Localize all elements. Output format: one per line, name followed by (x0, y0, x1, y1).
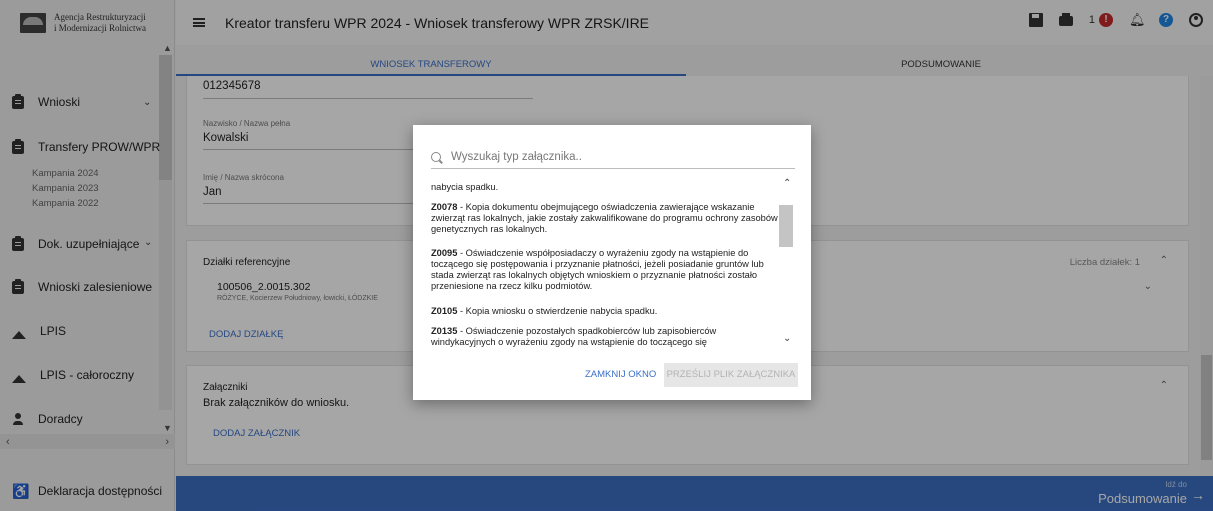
attachment-search-input[interactable] (451, 150, 771, 163)
list-item[interactable]: Z0105 - Kopia wniosku o stwierdzenie nab… (431, 306, 781, 317)
attachment-search (431, 145, 795, 169)
list-item[interactable]: nabycia spadku. (431, 182, 781, 193)
list-item[interactable]: Z0078 - Kopia dokumentu obejmującego ośw… (431, 202, 781, 235)
scroll-down-icon[interactable]: ⌄ (783, 333, 791, 344)
upload-attachment-button[interactable]: PRZEŚLIJ PLIK ZAŁĄCZNIKA (664, 363, 798, 387)
list-item[interactable]: Z0095 - Oświadczenie współposiadaczy o w… (431, 248, 781, 292)
scroll-up-icon[interactable]: ⌃ (783, 178, 791, 189)
list-item[interactable]: Z0135 - Oświadczenie pozostałych spadkob… (431, 326, 781, 347)
attachment-list-scrollbar[interactable]: ⌃ ⌄ (778, 178, 794, 346)
attachment-type-list: nabycia spadku. Z0078 - Kopia dokumentu … (431, 175, 793, 347)
attachment-list-scroll-thumb[interactable] (779, 205, 793, 247)
close-dialog-button[interactable]: ZAMKNIJ OKNO (585, 369, 656, 380)
attachment-type-dialog: nabycia spadku. Z0078 - Kopia dokumentu … (413, 125, 811, 400)
search-icon (431, 151, 441, 162)
